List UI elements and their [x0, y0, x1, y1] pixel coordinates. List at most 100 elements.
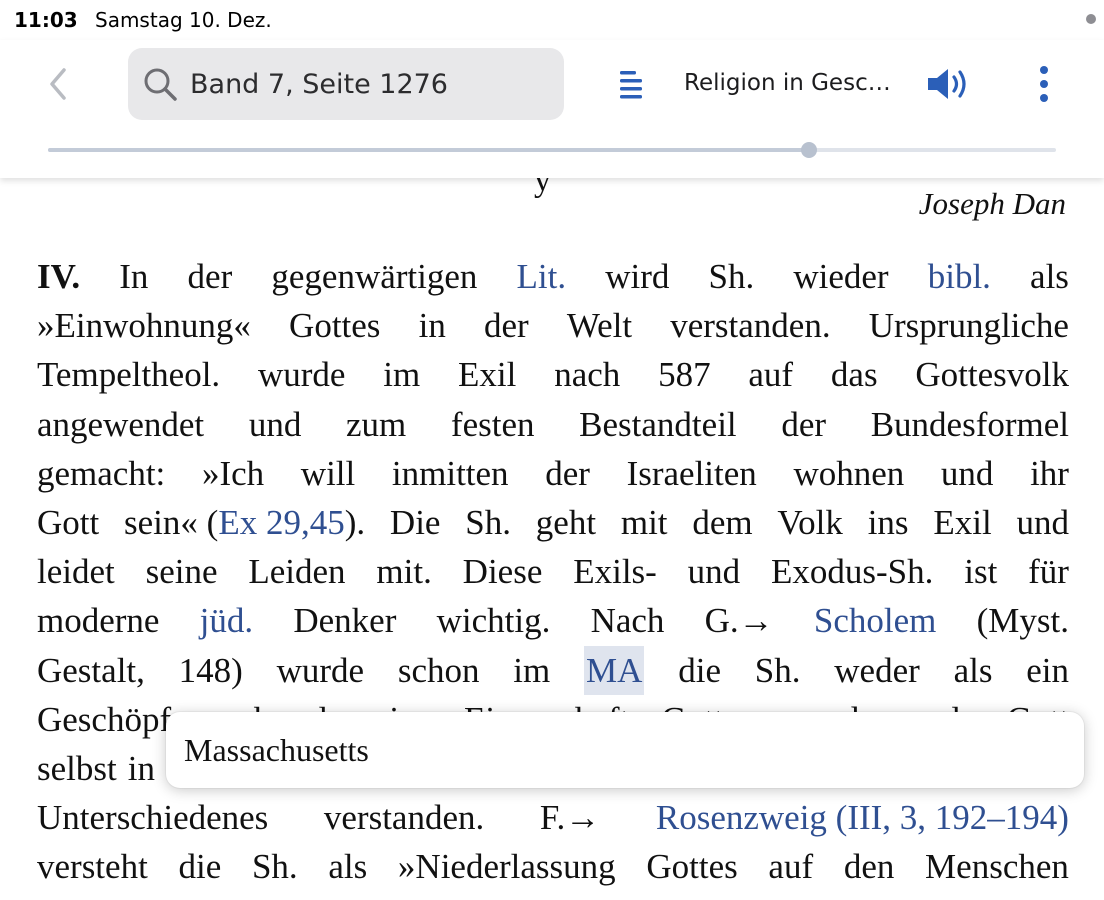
- more-options-button[interactable]: [1026, 64, 1062, 108]
- search-box[interactable]: [128, 48, 564, 120]
- word: Gestalt,: [37, 650, 145, 690]
- status-time: 11:03: [14, 8, 78, 32]
- word: ist: [964, 552, 998, 592]
- word: verstanden.: [670, 306, 831, 346]
- cutoff-text: y: [534, 178, 551, 199]
- reference-link[interactable]: Lit.: [517, 252, 567, 301]
- text-line: moderne jüd. Denker wichtig. Nach G.→ Scholem (…: [37, 596, 1069, 645]
- reference-link[interactable]: jüd.: [200, 596, 253, 645]
- word: und: [940, 453, 994, 493]
- word: der: [483, 306, 529, 346]
- word: den: [843, 847, 895, 887]
- word: in: [127, 748, 155, 788]
- word: Unterschiedenes: [37, 798, 269, 838]
- article-text: IV. In der gegenwärtigen Lit. wird Sh. wieder bi…: [37, 252, 1069, 891]
- word: angewendet: [37, 404, 205, 444]
- word: Exodus-Sh.: [771, 552, 934, 592]
- word: will: [300, 453, 356, 493]
- author-name: Joseph Dan: [918, 186, 1066, 221]
- word: Die: [389, 502, 441, 542]
- reference-link[interactable]: Ex 29,45: [218, 503, 344, 542]
- reference-link[interactable]: bibl.: [928, 252, 991, 301]
- word-group: sein« (Ex 29,45).: [124, 498, 365, 547]
- word: wird: [605, 257, 670, 296]
- status-bar: 11:03 Samstag 10. Dez.: [0, 0, 1104, 40]
- table-of-contents-button[interactable]: [612, 66, 652, 106]
- text-line: gemacht: »Ich will inmitten der Israeliten woh…: [37, 449, 1069, 498]
- word: Sh.: [465, 502, 511, 542]
- reference-link[interactable]: Scholem: [814, 596, 936, 645]
- reader-toolbar: Religion in Gesc…: [0, 40, 1104, 178]
- word: »Niederlassung: [397, 847, 616, 887]
- word: wieder: [793, 257, 889, 296]
- word: Geschöpf: [37, 699, 172, 739]
- word: und: [1016, 502, 1069, 542]
- progress-thumb[interactable]: [801, 142, 818, 158]
- text-line: »Einwohnung« Gottes in der Welt verstanden. Ur…: [37, 301, 1069, 350]
- text-line: Gott sein« (Ex 29,45). Die Sh. geht mit dem Vol…: [37, 498, 1069, 547]
- word: geht: [535, 502, 597, 542]
- word: auf: [748, 355, 794, 395]
- word: 148): [178, 650, 243, 690]
- word: Ursprungliche: [868, 306, 1069, 346]
- word: wohnen: [793, 453, 905, 493]
- word: im: [383, 355, 421, 395]
- status-date: Samstag 10. Dez.: [95, 8, 272, 32]
- word: Welt: [566, 306, 633, 346]
- word: verstanden.: [323, 798, 485, 838]
- word: leidet: [37, 552, 115, 592]
- highlighted-abbreviation-link[interactable]: MA: [584, 645, 645, 695]
- word: schon: [397, 650, 480, 690]
- word: der: [781, 404, 827, 444]
- abbreviation-tooltip: Massachusetts: [166, 712, 1084, 788]
- progress-fill: [48, 148, 810, 152]
- word: der: [545, 453, 590, 493]
- speaker-icon: [928, 69, 966, 99]
- word: wurde: [258, 355, 346, 395]
- word: weder: [834, 650, 920, 690]
- reference-link[interactable]: Rosenzweig (III, 3, 192–194): [656, 793, 1069, 842]
- word: sein« (: [124, 502, 219, 542]
- word: Menschen: [925, 847, 1069, 887]
- word: seine: [145, 552, 218, 592]
- search-icon: [144, 68, 177, 101]
- text-line: Tempeltheol. wurde im Exil nach 587 auf das Gott…: [37, 350, 1069, 399]
- word: ).: [344, 502, 366, 542]
- word: gegenwärtigen: [271, 257, 478, 296]
- word: und: [248, 404, 302, 444]
- word: F.→: [539, 798, 601, 838]
- word: mit: [620, 502, 668, 542]
- status-dot-icon: [1086, 14, 1096, 24]
- book-title[interactable]: Religion in Gesc…: [684, 70, 904, 96]
- word: dem: [692, 502, 753, 542]
- list-icon: [620, 71, 642, 99]
- word: wichtig.: [436, 601, 551, 641]
- word: Tempeltheol.: [37, 355, 221, 395]
- back-button[interactable]: [40, 64, 80, 104]
- word: Gott: [37, 502, 100, 542]
- more-vertical-icon: [1040, 66, 1048, 102]
- tooltip-text: Massachusetts: [184, 732, 369, 768]
- word: ein: [1026, 650, 1069, 690]
- word: Exils-: [573, 552, 657, 592]
- word: Volk: [777, 502, 843, 542]
- text-line: leidet seine Leiden mit. Diese Exils-und Exodu…: [37, 547, 1069, 596]
- text-line: versteht die Sh. als »Niederlassung Gottes auf…: [37, 842, 1069, 891]
- word: als: [1030, 257, 1069, 296]
- text-line: Unterschiedenes verstanden. F.→ Rosenzweig …: [37, 793, 1069, 842]
- word: ihr: [1030, 453, 1069, 493]
- word: (Myst.: [976, 601, 1069, 641]
- word: und: [687, 552, 741, 592]
- word: Sh.: [708, 257, 755, 296]
- word: nach: [554, 355, 621, 395]
- read-aloud-button[interactable]: [924, 64, 974, 104]
- word: Denker: [293, 601, 397, 641]
- reading-progress-slider[interactable]: [48, 142, 1056, 158]
- book-page: y Joseph Dan IV. In der gegenwärtigen Lit. wi…: [0, 178, 1104, 900]
- word: G.→: [704, 601, 774, 641]
- word: inmitten: [391, 453, 509, 493]
- word: »Ich: [201, 453, 265, 493]
- word: ins: [867, 502, 909, 542]
- search-input[interactable]: [190, 60, 550, 108]
- word: zum: [345, 404, 407, 444]
